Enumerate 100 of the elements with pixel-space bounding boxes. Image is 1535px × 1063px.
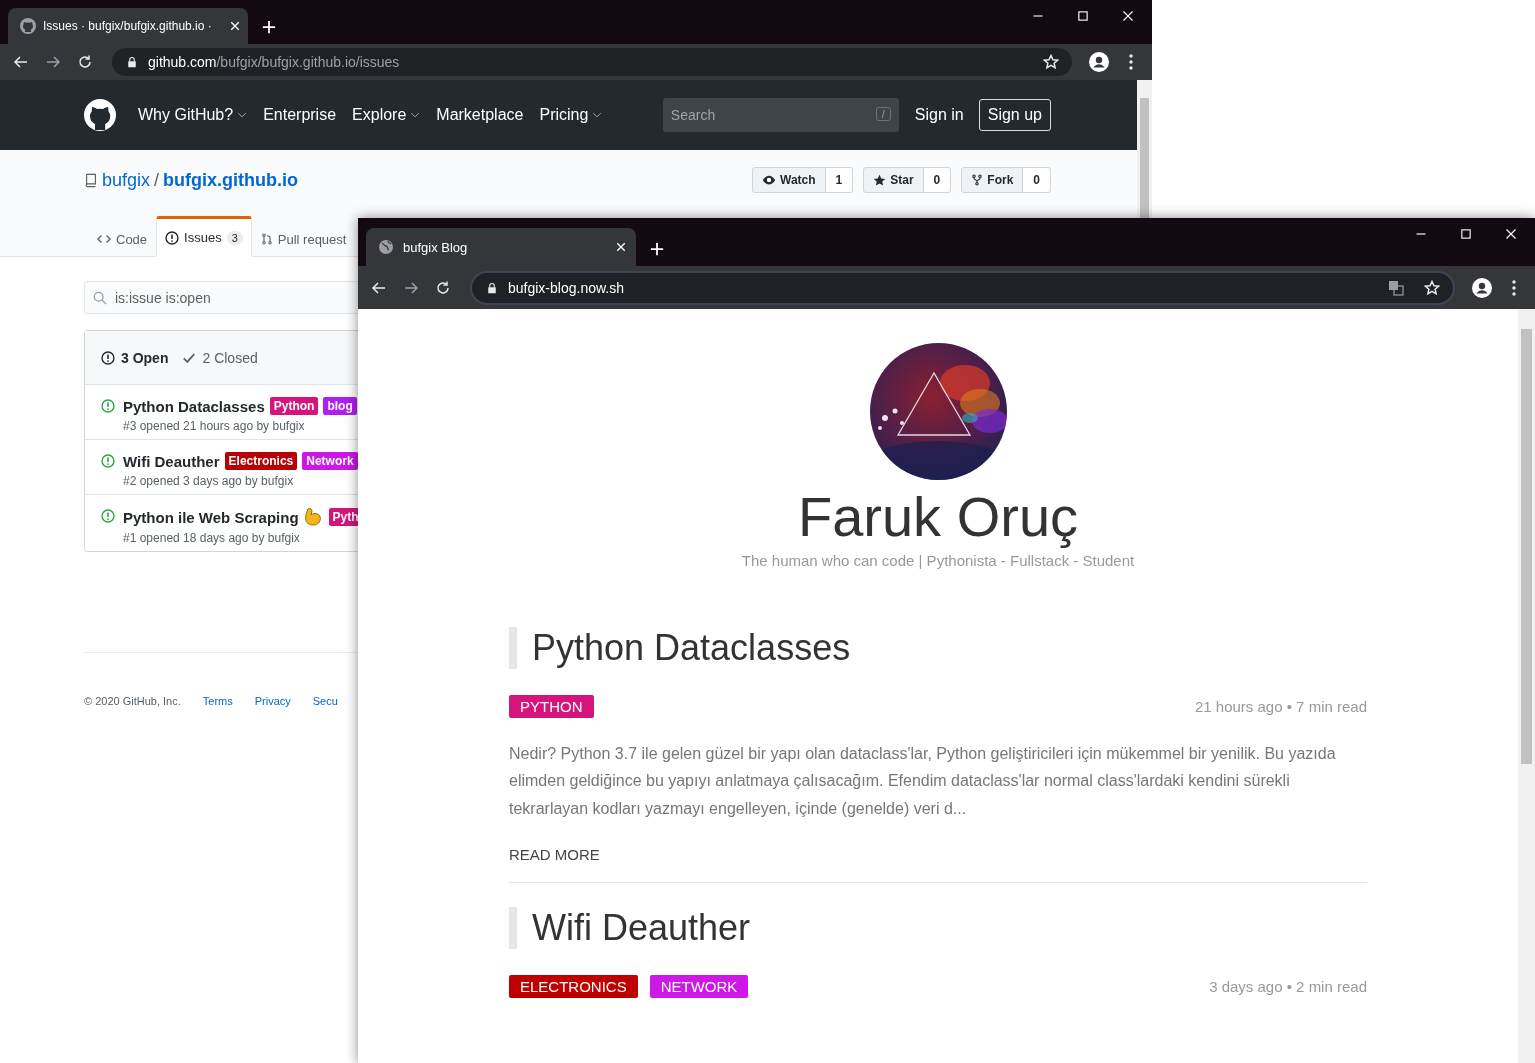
eye-icon <box>762 173 776 187</box>
repo-tab[interactable]: Issues 3 <box>156 216 252 257</box>
state-filter-link[interactable]: 2 Closed <box>182 349 258 366</box>
menu-icon <box>1129 54 1133 70</box>
repo-action-button[interactable]: Star <box>863 167 924 193</box>
repo-tab[interactable]: Code <box>88 219 157 257</box>
count-text: 1 <box>825 167 854 193</box>
person-icon <box>1089 52 1109 72</box>
forward-arrow-icon <box>403 279 419 296</box>
footer-link[interactable]: Privacy <box>254 695 291 707</box>
post-tag[interactable]: ELECTRONICS <box>509 975 638 999</box>
browser-tab[interactable]: bufgix Blog <box>366 228 636 266</box>
close-icon <box>1505 228 1517 240</box>
post-tag[interactable]: PYTHON <box>509 694 594 718</box>
post-meta: 3 days ago • 2 min read <box>1209 978 1367 996</box>
tab-title: Issues · bufgix/bufgix.github.io · <box>43 19 213 33</box>
url-text: bufgix-blog.now.sh <box>508 279 625 296</box>
copyright-text: © 2020 GitHub, Inc. <box>84 695 181 707</box>
alert-circle-icon <box>101 454 115 468</box>
account-button[interactable] <box>1086 49 1112 75</box>
forward-arrow-icon <box>45 54 61 70</box>
maximize-icon <box>1077 10 1089 22</box>
nav-link[interactable]: Marketplace <box>436 106 524 124</box>
close-icon <box>1122 10 1134 22</box>
back-arrow-icon <box>371 279 387 296</box>
plus-icon <box>650 242 664 256</box>
post-title[interactable]: Wifi Deauther <box>509 907 1367 950</box>
scrollbar[interactable] <box>1137 80 1152 218</box>
issue-label[interactable]: blog <box>323 397 357 415</box>
issue-meta: #3 opened 21 hours ago by bufgix <box>123 419 306 433</box>
globe-icon <box>378 239 394 255</box>
footer-link[interactable]: Secu <box>312 695 338 707</box>
alert-circle-icon <box>101 509 115 523</box>
count-text: 0 <box>1023 167 1051 193</box>
issue-title-link[interactable]: Python ile Web Scraping <box>123 508 299 526</box>
lock-icon <box>486 281 498 294</box>
post-title[interactable]: Python Dataclasses <box>509 626 1367 669</box>
back-arrow-icon <box>13 54 29 70</box>
pull-request-icon <box>260 232 273 246</box>
close-icon <box>230 21 240 31</box>
new-tab-button[interactable] <box>262 20 276 34</box>
nav-link[interactable]: Pricing <box>539 106 603 124</box>
nav-link[interactable]: Explore <box>352 106 421 124</box>
state-filter-link[interactable]: 3 Open <box>101 349 169 366</box>
lock-icon <box>126 56 138 68</box>
repo-tab[interactable]: Pull request <box>251 219 356 257</box>
star-outline-icon <box>1424 279 1440 296</box>
alert-circle-icon <box>101 350 115 365</box>
scrollbar[interactable] <box>1518 309 1535 1063</box>
repo-link[interactable]: bufgix.github.io <box>163 169 299 191</box>
issue-label[interactable]: Python <box>269 397 319 415</box>
star-icon <box>873 173 887 187</box>
search-icon <box>93 291 107 305</box>
close-tab-button[interactable] <box>616 242 626 252</box>
owner-link[interactable]: bufgix <box>102 169 151 191</box>
browser-tab[interactable]: Issues · bufgix/bufgix.github.io · <box>8 8 248 44</box>
reload-icon <box>77 54 93 70</box>
close-icon <box>616 242 626 252</box>
issue-title-link[interactable]: Wifi Deauther <box>123 452 220 470</box>
alert-circle-icon <box>101 399 115 413</box>
sign-in-link[interactable]: Sign in <box>914 106 964 124</box>
read-more-link[interactable]: READ MORE <box>509 846 600 864</box>
star-outline-icon <box>1043 54 1059 70</box>
issue-label[interactable]: Pyth <box>328 508 358 526</box>
shortcut-key: / <box>875 107 891 121</box>
alert-circle-icon <box>165 230 180 245</box>
fork-icon <box>971 173 984 187</box>
count-text: 0 <box>923 167 952 193</box>
translate-icon <box>1388 279 1404 296</box>
nav-link[interactable]: Enterprise <box>263 106 337 124</box>
plus-icon <box>262 20 276 34</box>
count-badge: 3 <box>226 230 243 245</box>
cat-logo-icon <box>20 18 36 34</box>
maximize-icon <box>1460 228 1472 240</box>
post-excerpt: Nedir? Python 3.7 ile gelen güzel bir yapı olan dataclass'lar, Python geliştiricileri için mükemmel bir yenilik. Bu yazıda elimden geldiğince bu yapıyı anlatmaya çalısacağım. Efendim dataclass'lar normal class'lardaki kendini sürekli tekrarlayan kodları yazmayı engelleyen, içinde (genelde) veri d... <box>509 743 1337 819</box>
nav-link[interactable]: Why GitHub? <box>138 106 248 124</box>
profile-tagline: The human who can code | Pythonista - Fullstack - Student <box>741 551 1135 569</box>
sign-up-button[interactable]: Sign up <box>978 99 1051 131</box>
issue-label[interactable]: Network <box>302 452 358 470</box>
address-bar[interactable]: bufgix-blog.now.sh <box>470 270 1455 305</box>
footer-link[interactable]: Terms <box>202 695 233 707</box>
url-text: github.com/bufgix/bufgix.github.io/issues <box>148 54 401 70</box>
close-tab-button[interactable] <box>230 21 240 31</box>
issue-meta: #2 opened 3 days ago by bufgix <box>123 474 295 488</box>
issue-title-link[interactable]: Python Dataclasses <box>123 397 265 415</box>
tab-title: bufgix Blog <box>403 239 469 255</box>
post-meta: 21 hours ago • 7 min read <box>1194 697 1367 715</box>
post-tag[interactable]: NETWORK <box>649 975 749 999</box>
cat-logo-icon[interactable] <box>84 99 116 131</box>
new-tab-button[interactable] <box>650 242 664 256</box>
repo-action-button[interactable]: Watch <box>752 167 826 193</box>
book-icon <box>84 172 98 188</box>
issue-meta: #1 opened 18 days ago by bufgix <box>123 531 301 545</box>
profile-name: Faruk Oruç <box>797 486 1079 548</box>
address-bar[interactable]: github.com/bufgix/bufgix.github.io/issues <box>112 48 1072 76</box>
issue-label[interactable]: Electronics <box>224 452 298 470</box>
filter-field[interactable]: is:issue is:open <box>84 281 358 314</box>
repo-action-button[interactable]: Fork <box>961 167 1024 193</box>
path-separator: / <box>154 169 160 191</box>
code-icon <box>97 232 111 246</box>
